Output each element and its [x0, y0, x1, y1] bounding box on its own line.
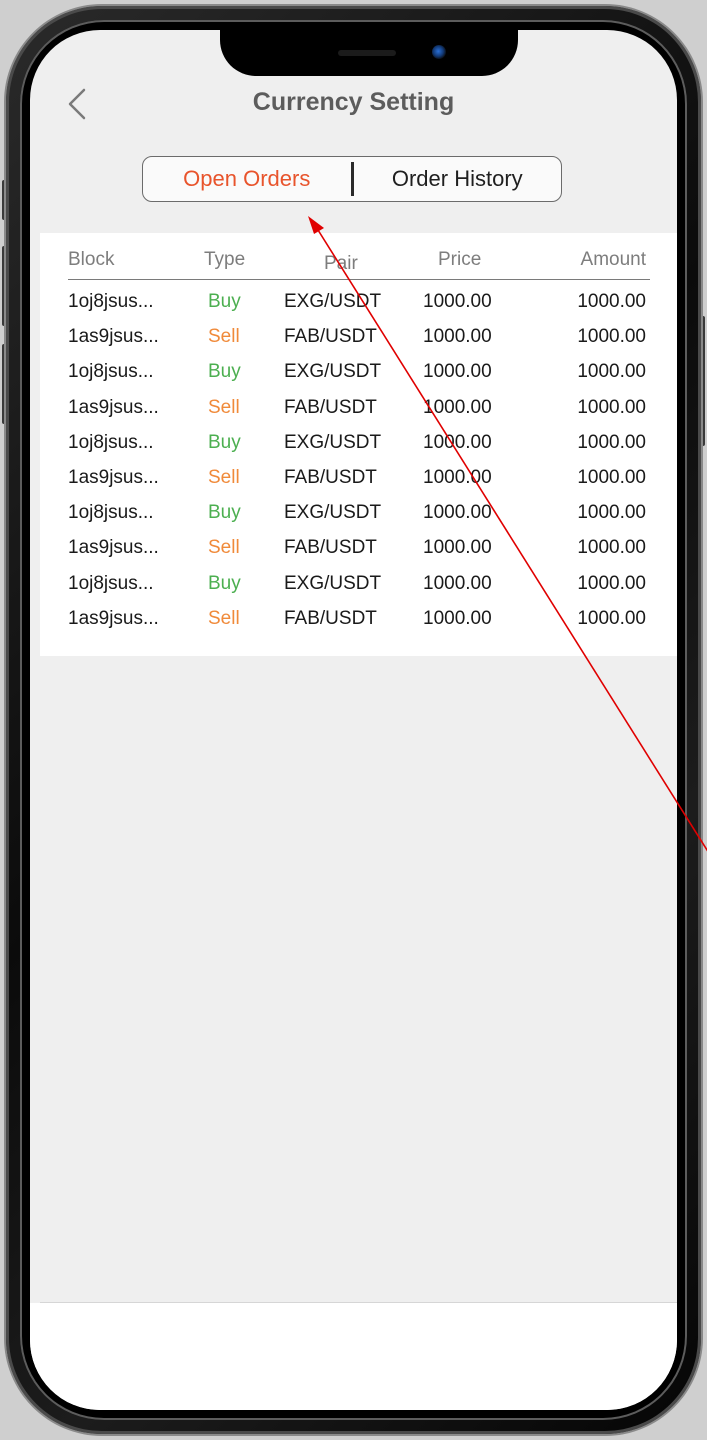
- cell-amount: 1000.00: [577, 431, 646, 453]
- cell-type: Sell: [208, 396, 240, 418]
- cell-type: Sell: [208, 537, 240, 559]
- column-header-amount: Amount: [580, 249, 646, 270]
- cell-price: 1000.00: [423, 431, 492, 453]
- table-row[interactable]: 1oj8jsus... Buy EXG/USDT 1000.00 1000.00: [68, 357, 650, 392]
- cell-type: Sell: [208, 607, 240, 629]
- table-row[interactable]: 1oj8jsus... Buy EXG/USDT 1000.00 1000.00: [68, 287, 650, 322]
- cell-block: 1as9jsus...: [68, 466, 159, 488]
- cell-price: 1000.00: [423, 607, 492, 629]
- column-header-block: Block: [68, 249, 115, 270]
- table-row[interactable]: 1oj8jsus... Buy EXG/USDT 1000.00 1000.00: [68, 569, 650, 604]
- cell-type: Buy: [208, 291, 241, 312]
- camera-icon: [432, 45, 446, 59]
- cell-price: 1000.00: [423, 361, 492, 383]
- cell-block: 1as9jsus...: [68, 326, 159, 348]
- cell-type: Buy: [208, 431, 241, 453]
- cell-type: Buy: [208, 502, 241, 524]
- table-row[interactable]: 1oj8jsus... Buy EXG/USDT 1000.00 1000.00: [68, 498, 650, 533]
- cell-block: 1oj8jsus...: [68, 502, 154, 524]
- cell-pair: FAB/USDT: [284, 396, 377, 418]
- cell-amount: 1000.00: [577, 572, 646, 594]
- orders-table: Block Type Pair Price Amount 1oj8jsus...…: [40, 233, 677, 656]
- column-header-type: Type: [204, 249, 246, 270]
- column-header-price: Price: [438, 249, 482, 270]
- cell-pair: EXG/USDT: [284, 291, 382, 312]
- tab-order-history[interactable]: Order History: [354, 157, 562, 201]
- cell-type: Buy: [208, 361, 241, 383]
- cell-amount: 1000.00: [577, 291, 646, 312]
- cell-pair: FAB/USDT: [284, 466, 377, 488]
- cell-amount: 1000.00: [577, 361, 646, 383]
- cell-block: 1as9jsus...: [68, 607, 159, 629]
- cell-block: 1oj8jsus...: [68, 431, 154, 453]
- column-header-pair: Pair: [324, 253, 358, 274]
- cell-pair: EXG/USDT: [284, 431, 382, 453]
- orders-tab-switcher: Open Orders Order History: [142, 156, 562, 202]
- tab-open-orders[interactable]: Open Orders: [143, 157, 351, 201]
- table-row[interactable]: 1as9jsus... Sell FAB/USDT 1000.00 1000.00: [68, 322, 650, 357]
- cell-price: 1000.00: [423, 537, 492, 559]
- cell-block: 1oj8jsus...: [68, 572, 154, 594]
- cell-amount: 1000.00: [577, 607, 646, 629]
- table-row[interactable]: 1as9jsus... Sell FAB/USDT 1000.00 1000.00: [68, 604, 650, 639]
- cell-price: 1000.00: [423, 502, 492, 524]
- cell-price: 1000.00: [423, 326, 492, 348]
- table-row[interactable]: 1as9jsus... Sell FAB/USDT 1000.00 1000.00: [68, 463, 650, 498]
- cell-type: Sell: [208, 466, 240, 488]
- table-row[interactable]: 1oj8jsus... Buy EXG/USDT 1000.00 1000.00: [68, 428, 650, 463]
- cell-pair: FAB/USDT: [284, 326, 377, 348]
- cell-amount: 1000.00: [577, 537, 646, 559]
- cell-price: 1000.00: [423, 466, 492, 488]
- phone-screen: Currency Setting Open Orders Order Histo…: [30, 30, 677, 1410]
- power-button: [701, 316, 705, 446]
- cell-block: 1oj8jsus...: [68, 291, 154, 312]
- table-header: Block Type Pair Price Amount: [68, 245, 650, 280]
- notch: [220, 30, 518, 76]
- cell-pair: EXG/USDT: [284, 502, 382, 524]
- cell-block: 1oj8jsus...: [68, 361, 154, 383]
- cell-amount: 1000.00: [577, 326, 646, 348]
- table-row[interactable]: 1as9jsus... Sell FAB/USDT 1000.00 1000.00: [68, 393, 650, 428]
- cell-pair: FAB/USDT: [284, 537, 377, 559]
- table-body: 1oj8jsus... Buy EXG/USDT 1000.00 1000.00 1as9…: [68, 287, 650, 639]
- cell-pair: EXG/USDT: [284, 361, 382, 383]
- cell-price: 1000.00: [423, 291, 492, 312]
- bottom-bar: [30, 1303, 677, 1410]
- cell-amount: 1000.00: [577, 396, 646, 418]
- cell-amount: 1000.00: [577, 502, 646, 524]
- cell-pair: EXG/USDT: [284, 572, 382, 594]
- mockup-canvas: Currency Setting Open Orders Order Histo…: [0, 0, 707, 1440]
- speaker-grille: [338, 50, 396, 56]
- page-title: Currency Setting: [252, 88, 455, 116]
- cell-type: Sell: [208, 326, 240, 348]
- cell-pair: FAB/USDT: [284, 607, 377, 629]
- table-row[interactable]: 1as9jsus... Sell FAB/USDT 1000.00 1000.00: [68, 533, 650, 568]
- cell-block: 1as9jsus...: [68, 537, 159, 559]
- cell-price: 1000.00: [423, 572, 492, 594]
- cell-type: Buy: [208, 572, 241, 594]
- cell-amount: 1000.00: [577, 466, 646, 488]
- cell-block: 1as9jsus...: [68, 396, 159, 418]
- cell-price: 1000.00: [423, 396, 492, 418]
